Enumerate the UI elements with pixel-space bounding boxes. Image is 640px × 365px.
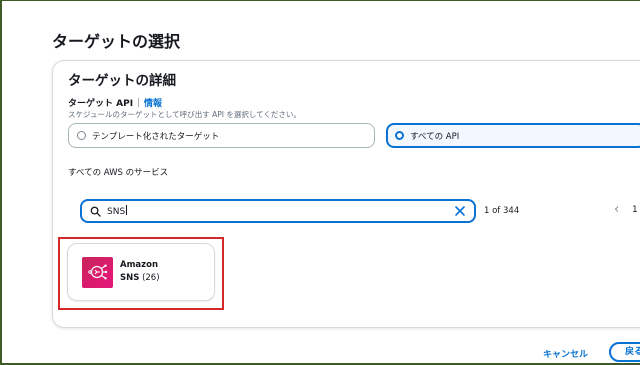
option-all-apis[interactable]: すべての API	[386, 123, 640, 148]
search-input[interactable]: SNS	[107, 205, 454, 217]
radio-button-selected[interactable]	[395, 131, 404, 140]
section-title: ターゲットの詳細	[68, 73, 176, 89]
service-card-amazon-sns[interactable]: Amazon SNS (26)	[67, 243, 215, 301]
radio-button[interactable]	[77, 131, 86, 140]
all-aws-services-label: すべての AWS のサービス	[68, 168, 169, 178]
option-label: テンプレート化されたターゲット	[92, 131, 220, 142]
page-title: ターゲットの選択	[52, 32, 181, 51]
target-api-label-text: ターゲット API	[68, 99, 134, 109]
option-label: すべての API	[410, 131, 460, 142]
sns-icon	[82, 256, 113, 288]
info-link[interactable]: 情報	[144, 96, 162, 109]
divider	[138, 98, 140, 107]
api-count: (26)	[142, 273, 160, 283]
target-api-label: ターゲット API 情報	[68, 96, 162, 109]
chevron-left-icon[interactable]: ‹	[614, 202, 619, 217]
service-card-text: Amazon SNS (26)	[120, 259, 160, 285]
cancel-button[interactable]: キャンセル	[543, 347, 588, 360]
service-provider: Amazon	[120, 260, 159, 270]
back-button[interactable]: 戻る	[609, 342, 640, 362]
clear-icon[interactable]	[454, 205, 466, 217]
service-name: SNS	[120, 273, 140, 283]
search-icon	[90, 206, 101, 217]
page-number[interactable]: 1	[632, 205, 638, 215]
option-templated-target[interactable]: テンプレート化されたターゲット	[68, 123, 375, 148]
service-search-field[interactable]: SNS	[80, 199, 476, 223]
result-count: 1 of 344	[484, 206, 520, 216]
target-api-description: スケジュールのターゲットとして呼び出す API を選択してください。	[68, 110, 301, 119]
